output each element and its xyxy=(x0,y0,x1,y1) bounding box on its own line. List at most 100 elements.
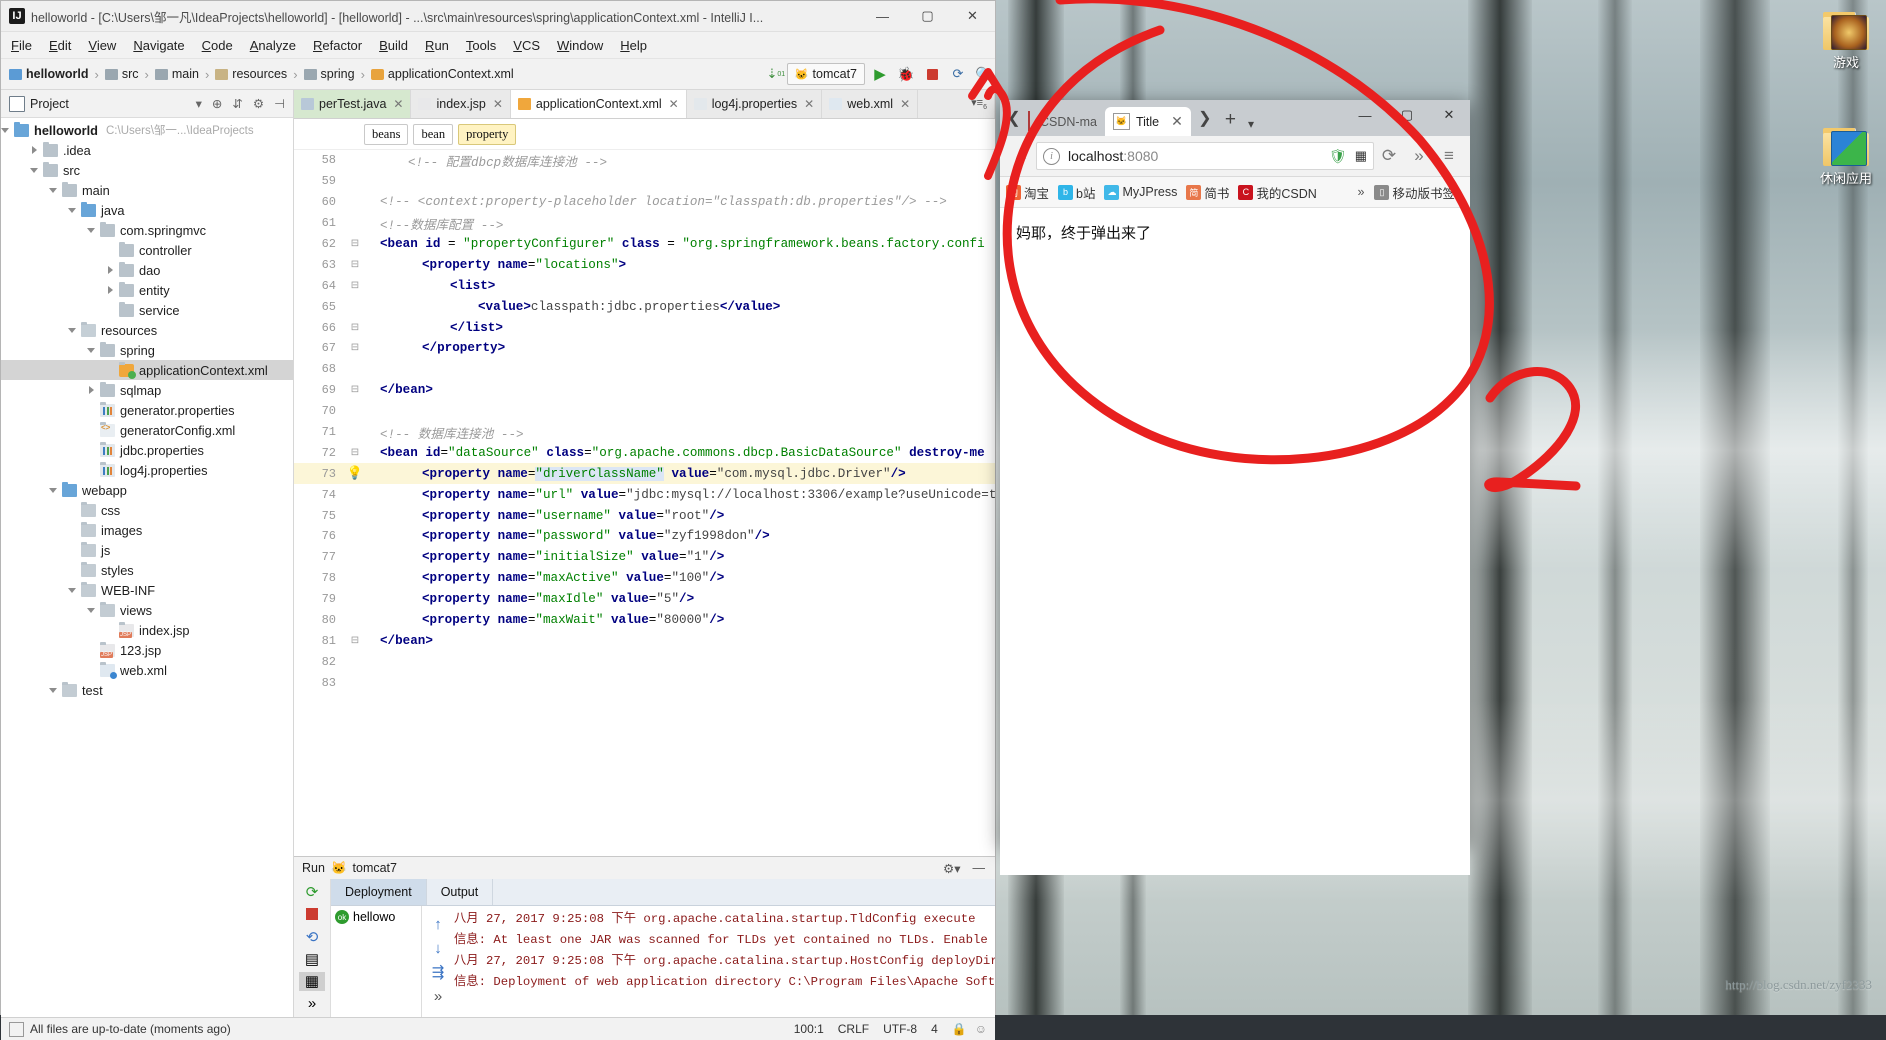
tree-row[interactable]: styles xyxy=(1,560,293,580)
editor-tab[interactable]: log4j.properties ✕ xyxy=(687,90,823,118)
code-line[interactable]: 76 <property name="password" value="zyf19… xyxy=(294,526,995,547)
console-output[interactable]: 八月 27, 2017 9:25:08 下午 org.apache.catali… xyxy=(454,906,995,1017)
mobile-bookmarks-item[interactable]: ▯ 移动版书签 xyxy=(1374,183,1455,202)
tree-row[interactable]: entity xyxy=(1,280,293,300)
project-tree[interactable]: helloworld C:\Users\邹一...\IdeaProjects .… xyxy=(1,118,293,1017)
tree-row[interactable]: generatorConfig.xml xyxy=(1,420,293,440)
chrome-toolbar[interactable]: ← i localhost:8080 🛡 ▦ ⟳ » ≡ xyxy=(1000,136,1470,177)
menu-item-view[interactable]: View xyxy=(88,38,116,53)
structure-crumb[interactable]: beans xyxy=(364,123,409,145)
menu-bar[interactable]: File Edit View Navigate Code Analyze Refactor B… xyxy=(1,32,995,59)
up-arrow-icon[interactable]: ↑ xyxy=(426,912,450,936)
caret-position[interactable]: 100:1 xyxy=(794,1022,824,1036)
chrome-menu-button[interactable]: ≡ xyxy=(1434,141,1464,171)
code-line[interactable]: 70 xyxy=(294,401,995,422)
line-separator[interactable]: CRLF xyxy=(838,1022,869,1036)
structure-crumb[interactable]: bean xyxy=(413,123,454,145)
breadcrumb-item[interactable]: main xyxy=(154,67,199,81)
editor-tab-options[interactable]: ▾≡6 xyxy=(964,90,995,118)
breadcrumb-item[interactable]: helloworld xyxy=(9,67,89,81)
intention-bulb-icon[interactable]: 💡 xyxy=(344,466,366,481)
fold-marker-icon[interactable]: ⊟ xyxy=(344,384,366,396)
code-line[interactable]: 83 xyxy=(294,672,995,693)
collapse-all-icon[interactable]: ⇵ xyxy=(232,96,242,111)
editor-tab-strip[interactable]: perTest.java ✕ index.jsp ✕ applicationContex… xyxy=(294,90,995,119)
maximize-button[interactable]: ▢ xyxy=(1386,100,1428,130)
tree-row[interactable]: spring xyxy=(1,340,293,360)
tree-row[interactable]: resources xyxy=(1,320,293,340)
fold-marker-icon[interactable]: ⊟ xyxy=(344,322,366,334)
bookmarks-overflow-icon[interactable]: » xyxy=(1358,185,1365,199)
minimize-button[interactable]: — xyxy=(1344,100,1386,130)
bookmark-item[interactable]: C 我的CSDN xyxy=(1238,183,1317,202)
stop-icon[interactable] xyxy=(299,905,325,923)
expand-arrow-icon[interactable] xyxy=(87,605,98,616)
expand-arrow-icon[interactable] xyxy=(106,285,117,296)
expand-arrow-icon[interactable] xyxy=(68,585,79,596)
rerun-icon[interactable]: ⟳ xyxy=(299,883,325,901)
code-line[interactable]: 73 💡 <property name="driverClassName" valu… xyxy=(294,463,995,485)
editor-area[interactable]: perTest.java ✕ index.jsp ✕ applicationContex… xyxy=(294,90,995,1017)
bookmark-item[interactable]: 淘淘宝 xyxy=(1006,183,1049,202)
inspections-icon[interactable]: ☺ xyxy=(975,1022,987,1036)
code-line[interactable]: 78 <property name="maxActive" value="100"… xyxy=(294,568,995,589)
dump-threads-icon[interactable]: ▤ xyxy=(299,950,325,968)
close-button[interactable]: ✕ xyxy=(950,1,995,31)
run-sub-tabs[interactable]: Deployment Output xyxy=(331,879,995,906)
tree-row[interactable]: images xyxy=(1,520,293,540)
code-line[interactable]: 66 ⊟ </list> xyxy=(294,317,995,338)
more-icon[interactable]: » xyxy=(299,995,325,1013)
close-tab-icon[interactable]: ✕ xyxy=(393,97,403,111)
tab-scroll-right-icon[interactable]: ❯ xyxy=(1191,100,1219,136)
expand-arrow-icon[interactable] xyxy=(106,265,117,276)
project-tool-window[interactable]: Project ▾ ⊕ ⇵ ⚙ ⊣ helloworld C:\Users\邹一… xyxy=(1,90,294,1017)
expand-arrow-icon[interactable] xyxy=(49,685,60,696)
chrome-tab-strip[interactable]: ❮ CSDN-ma 🐱 Title ✕ ❯ + ▾ — ▢ ✕ xyxy=(1000,100,1470,136)
apply-changes-icon[interactable]: ⟳ xyxy=(947,63,969,85)
menu-item-window[interactable]: Window xyxy=(557,38,603,53)
site-info-icon[interactable]: i xyxy=(1043,147,1060,165)
code-line[interactable]: 67 ⊟ </property> xyxy=(294,338,995,359)
chevron-down-icon[interactable]: ▾ xyxy=(1248,117,1254,131)
chevron-down-icon[interactable]: ▾ xyxy=(196,96,202,111)
structure-crumb[interactable]: property xyxy=(458,123,517,145)
expand-arrow-icon[interactable] xyxy=(87,225,98,236)
lock-icon[interactable]: 🔒 xyxy=(952,1022,967,1036)
down-arrow-icon[interactable]: ↓ xyxy=(426,936,450,960)
fold-marker-icon[interactable]: ⊟ xyxy=(344,259,366,271)
tree-row[interactable]: log4j.properties xyxy=(1,460,293,480)
xml-structure-breadcrumb[interactable]: beans bean property xyxy=(294,119,995,150)
menu-item-navigate[interactable]: Navigate xyxy=(133,38,184,53)
breadcrumb-item[interactable]: spring xyxy=(303,67,355,81)
project-pane-header[interactable]: Project ▾ ⊕ ⇵ ⚙ ⊣ xyxy=(1,90,293,118)
run-button[interactable]: ▶ xyxy=(869,63,891,85)
expand-arrow-icon[interactable] xyxy=(68,205,79,216)
code-line[interactable]: 69 ⊟ </bean> xyxy=(294,380,995,401)
tree-row[interactable]: src xyxy=(1,160,293,180)
stop-button[interactable] xyxy=(921,63,943,85)
close-tab-icon[interactable]: ✕ xyxy=(493,97,503,111)
code-line[interactable]: 71 <!-- 数据库连接池 --> xyxy=(294,422,995,443)
code-line[interactable]: 80 <property name="maxWait" value="80000"… xyxy=(294,610,995,631)
run-tool-window-header[interactable]: Run 🐱 tomcat7 ⚙▾ — xyxy=(294,857,995,879)
download-updates-icon[interactable]: ⇣ 01 xyxy=(765,63,787,85)
tree-row[interactable]: test xyxy=(1,680,293,700)
menu-item-code[interactable]: Code xyxy=(202,38,233,53)
tree-row[interactable]: applicationContext.xml xyxy=(1,360,293,380)
desktop-icon-casual-apps[interactable]: 休闲应用 xyxy=(1808,128,1884,187)
search-everywhere-icon[interactable]: 🔍 xyxy=(973,63,995,85)
code-line[interactable]: 59 xyxy=(294,171,995,192)
tree-row[interactable]: dao xyxy=(1,260,293,280)
idea-window-controls[interactable]: — ▢ ✕ xyxy=(860,1,995,31)
status-bar[interactable]: All files are up-to-date (moments ago) 1… xyxy=(1,1017,995,1040)
close-tab-icon[interactable]: ✕ xyxy=(1171,113,1183,130)
new-tab-button[interactable]: + xyxy=(1225,109,1236,131)
code-line[interactable]: 74 <property name="url" value="jdbc:mysql… xyxy=(294,484,995,505)
tree-row[interactable]: jdbc.properties xyxy=(1,440,293,460)
run-configuration-selector[interactable]: 🐱 tomcat7 xyxy=(786,63,865,85)
code-line[interactable]: 63 ⊟ <property name="locations"> xyxy=(294,254,995,275)
tree-row[interactable]: com.springmvc xyxy=(1,220,293,240)
breadcrumb[interactable]: helloworld › src › main › resources › spring › app… xyxy=(9,67,514,82)
chrome-window[interactable]: ❮ CSDN-ma 🐱 Title ✕ ❯ + ▾ — ▢ ✕ ← i loca… xyxy=(1000,100,1470,875)
expand-arrow-icon[interactable] xyxy=(87,385,98,396)
